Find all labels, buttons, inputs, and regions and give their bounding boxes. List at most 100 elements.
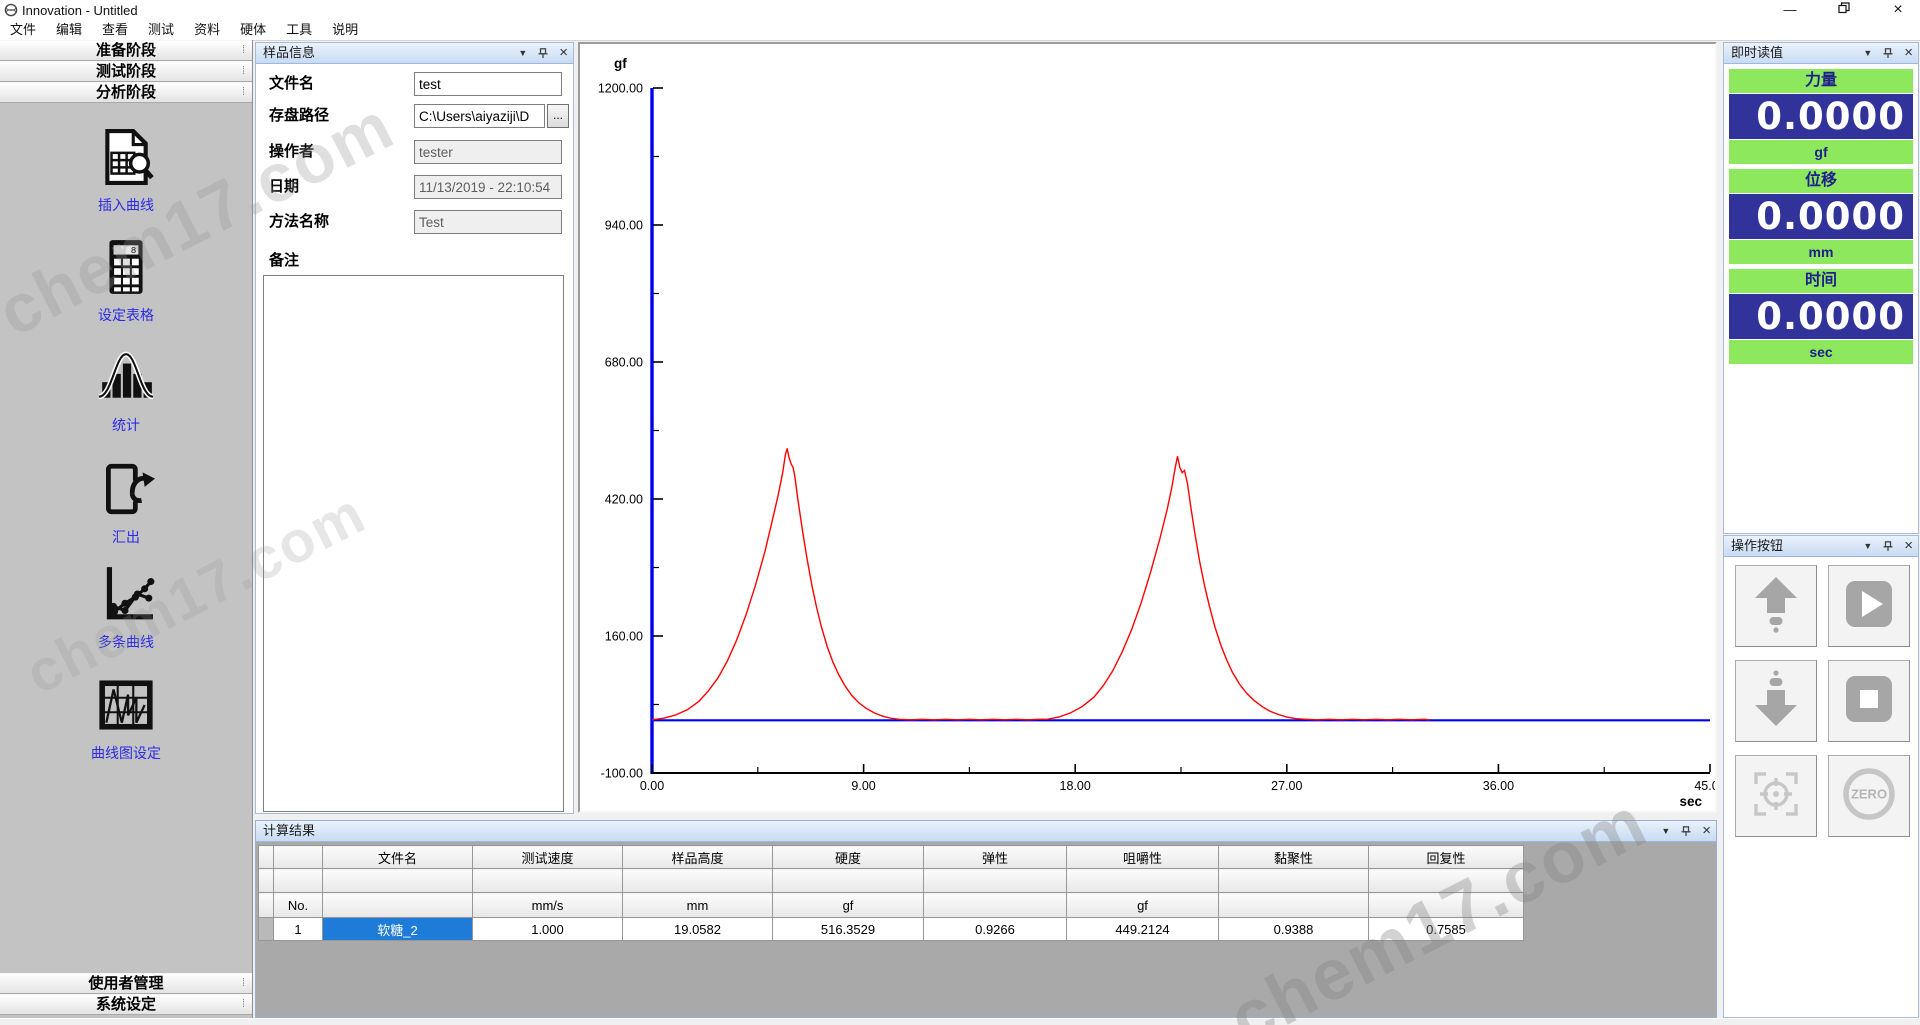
result-cell[interactable]: 1.000 <box>473 918 623 941</box>
minimize-button[interactable]: — <box>1776 1 1804 19</box>
crosshead-up-button[interactable] <box>1735 565 1817 647</box>
panel-collapse-icon[interactable]: ▼ <box>1863 536 1872 556</box>
panel-close-icon[interactable]: × <box>1904 537 1913 555</box>
panel-collapse-icon[interactable]: ▼ <box>1661 821 1670 841</box>
menu-item-4[interactable]: 资料 <box>184 20 230 39</box>
unit-header <box>924 893 1067 918</box>
menu-item-1[interactable]: 编辑 <box>46 20 92 39</box>
sidebar-tool-multi-curve[interactable]: 多条曲线 <box>0 565 252 652</box>
column-header: 咀嚼性 <box>1067 846 1219 869</box>
column-header: 文件名 <box>323 846 473 869</box>
svg-text:gf: gf <box>614 56 627 71</box>
up-arrow-icon <box>1748 575 1804 638</box>
sidebar-bottom-button-0-label: 使用者管理 <box>88 975 163 992</box>
panel-pin-icon[interactable] <box>1680 826 1692 837</box>
panel-pin-icon[interactable] <box>1882 48 1894 59</box>
svg-text:1200.00: 1200.00 <box>598 82 643 96</box>
sidebar-tool-chart-settings[interactable]: 曲线图设定 <box>0 676 252 763</box>
header-spacer <box>1369 869 1524 893</box>
sidebar-bottom-button-1-label: 系统设定 <box>96 996 156 1013</box>
menu-item-2[interactable]: 查看 <box>92 20 138 39</box>
reading-value: 0.0000 <box>1729 194 1913 239</box>
sidebar-tool-statistics[interactable]: 统计 <box>0 348 252 435</box>
chart-panel: -100.00160.00420.00680.00940.001200.000.… <box>578 42 1717 813</box>
result-cell[interactable]: 软糖_2 <box>323 918 473 941</box>
result-cell[interactable]: 19.0582 <box>623 918 773 941</box>
sidebar-bottom-button-1[interactable]: 系统设定⁞ <box>0 994 252 1015</box>
column-header: 黏聚性 <box>1219 846 1369 869</box>
stop-icon <box>1841 671 1897 732</box>
menu-item-7[interactable]: 说明 <box>322 20 368 39</box>
controls-title: 操作按钮 <box>1731 538 1783 553</box>
sidebar-tool-export[interactable]: 汇出 <box>0 460 252 547</box>
menu-item-3[interactable]: 测试 <box>138 20 184 39</box>
header-spacer <box>1219 869 1369 893</box>
panel-collapse-icon[interactable]: ▼ <box>1863 43 1872 63</box>
panel-collapse-icon[interactable]: ▼ <box>518 43 527 63</box>
panel-close-icon[interactable]: × <box>1904 44 1913 62</box>
sidebar-tool-calculator[interactable]: 8设定表格 <box>0 238 252 325</box>
menu-item-5[interactable]: 硬体 <box>230 20 276 39</box>
field-input-3[interactable] <box>414 175 562 199</box>
app-logo-icon <box>4 3 18 17</box>
zero-button[interactable]: ZERO <box>1828 755 1910 837</box>
sidebar-bottom-button-0[interactable]: 使用者管理⁞ <box>0 973 252 994</box>
reading-label: 时间 <box>1729 269 1913 293</box>
reading-unit: sec <box>1729 340 1913 364</box>
crosshead-down-button[interactable] <box>1735 660 1817 742</box>
field-input-0[interactable] <box>414 72 562 96</box>
stage-button-0-label: 准备阶段 <box>96 42 156 59</box>
restore-button[interactable] <box>1830 1 1858 19</box>
panel-pin-icon[interactable] <box>537 48 549 59</box>
column-header: 硬度 <box>773 846 924 869</box>
menu-item-0[interactable]: 文件 <box>0 20 46 39</box>
insert-curve-icon <box>97 128 155 186</box>
browse-button[interactable]: ... <box>547 104 569 128</box>
stage-button-2-label: 分析阶段 <box>96 84 156 101</box>
panel-close-icon[interactable]: × <box>559 44 568 62</box>
results-panel: 计算结果 ▼ × 文件名测试速度样品高度硬度弹性咀嚼性黏聚性回复性No.mm/s… <box>255 820 1717 1018</box>
stage-button-0[interactable]: 准备阶段⁞ <box>0 40 252 61</box>
return-home-button[interactable] <box>1735 755 1817 837</box>
sidebar-bottom-buttons: 使用者管理⁞系统设定⁞ <box>0 973 252 1015</box>
table-corner <box>259 846 274 869</box>
stage-button-1[interactable]: 测试阶段⁞ <box>0 61 252 82</box>
force_curve-series <box>652 448 1430 719</box>
result-cell[interactable]: 0.9266 <box>924 918 1067 941</box>
tool-label: 曲线图设定 <box>0 743 252 763</box>
menu-item-6[interactable]: 工具 <box>276 20 322 39</box>
window-title: Innovation - Untitled <box>22 3 138 18</box>
field-label-0: 文件名 <box>269 72 314 96</box>
header-spacer <box>473 869 623 893</box>
stage-button-2[interactable]: 分析阶段 ⁞ <box>0 82 252 103</box>
panel-close-icon[interactable]: × <box>1702 822 1711 840</box>
notes-textarea[interactable] <box>263 275 564 812</box>
reading-value: 0.0000 <box>1729 94 1913 139</box>
controls-header: 操作按钮 ▼ × <box>1724 536 1918 557</box>
close-button[interactable]: × <box>1884 1 1912 19</box>
result-cell[interactable]: 516.3529 <box>773 918 924 941</box>
svg-text:sec: sec <box>1679 794 1702 809</box>
results-table-container: 文件名测试速度样品高度硬度弹性咀嚼性黏聚性回复性No.mm/smmgfgf1软糖… <box>258 845 1524 941</box>
stop-button[interactable] <box>1828 660 1910 742</box>
run-button[interactable] <box>1828 565 1910 647</box>
result-cell[interactable]: 0.7585 <box>1369 918 1524 941</box>
tool-label: 多条曲线 <box>0 632 252 652</box>
reading-label: 位移 <box>1729 169 1913 193</box>
field-input-2[interactable] <box>414 140 562 164</box>
sidebar-tool-insert-curve[interactable]: 插入曲线 <box>0 128 252 215</box>
svg-text:27.00: 27.00 <box>1271 779 1302 793</box>
sample-info-header: 样品信息 ▼ × <box>256 43 573 64</box>
svg-text:ZERO: ZERO <box>1851 786 1887 801</box>
restore-icon <box>1838 2 1850 14</box>
field-input-4[interactable] <box>414 210 562 234</box>
grip-dots-icon: ⁞ <box>242 83 245 102</box>
result-cell[interactable]: 449.2124 <box>1067 918 1219 941</box>
calculator-icon: 8 <box>97 238 155 296</box>
row-number: 1 <box>274 918 323 941</box>
field-label-1: 存盘路径 <box>269 104 329 128</box>
panel-pin-icon[interactable] <box>1882 541 1894 552</box>
play-icon <box>1841 576 1897 637</box>
field-input-1[interactable] <box>414 104 545 128</box>
result-cell[interactable]: 0.9388 <box>1219 918 1369 941</box>
